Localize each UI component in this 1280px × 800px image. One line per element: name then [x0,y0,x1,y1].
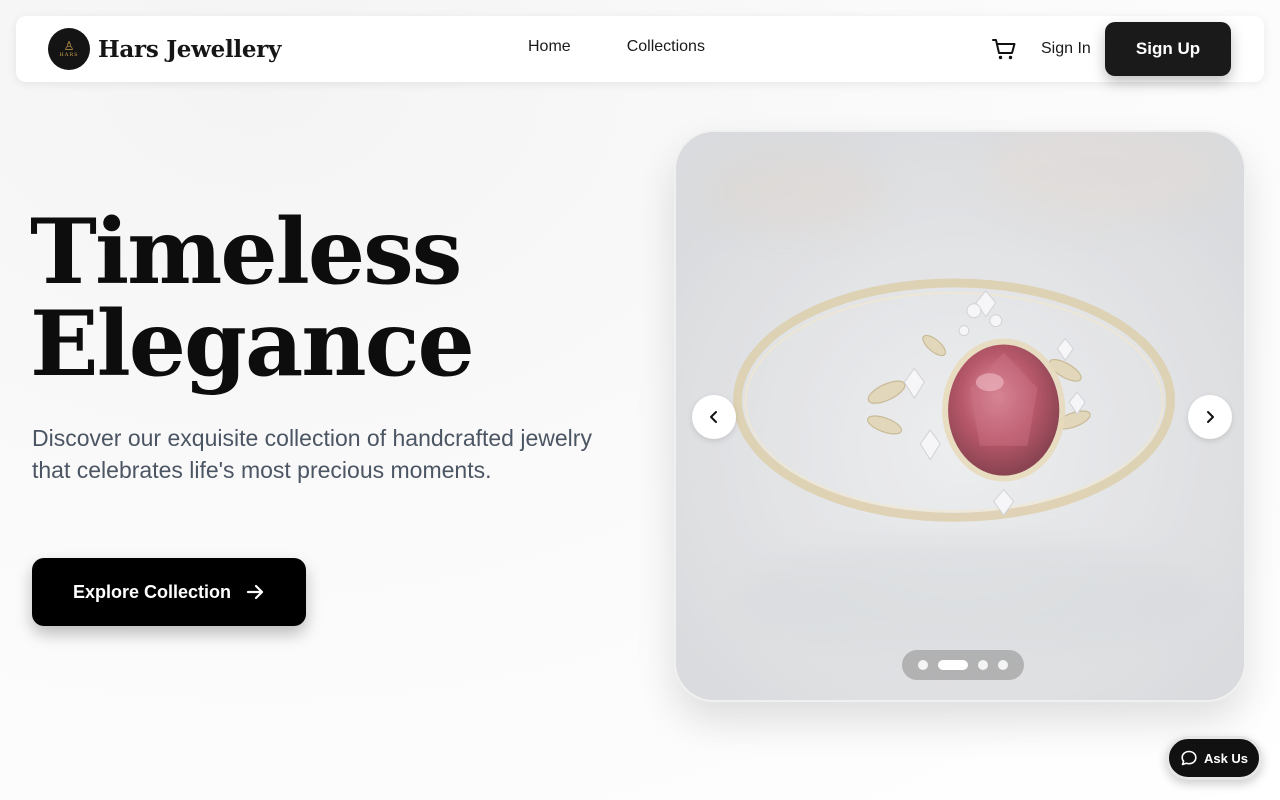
carousel-dot-2[interactable] [938,660,968,670]
hero-title-line-2: Elegance [30,291,475,397]
nav-home[interactable]: Home [528,38,571,56]
logo: ♙ HARS [48,28,90,70]
site-header: ♙ HARS Hars Jewellery Home Collections S… [16,16,1264,82]
hero-title: Timeless Elegance [30,199,475,397]
carousel-dot-4[interactable] [998,660,1008,670]
carousel-prev-button[interactable] [692,395,736,439]
explore-collection-label: Explore Collection [72,581,232,602]
logo-text: HARS [59,51,79,58]
brand[interactable]: ♙ HARS Hars Jewellery [48,28,281,70]
hero-title-line-1: Timeless [30,199,462,305]
ask-us-label: Ask Us [1203,750,1249,766]
cart-icon [992,39,1016,60]
ring-image [676,132,1244,700]
carousel-indicators [902,650,1024,680]
logo-mark: ♙ [63,38,75,53]
chevron-right-icon [1207,411,1214,423]
chevron-left-icon [710,411,717,423]
sign-up-button[interactable]: Sign Up [1105,22,1231,76]
cart-button[interactable] [990,36,1018,62]
brand-name: Hars Jewellery [98,35,282,63]
hero-subtitle: Discover our exquisite collection of han… [32,425,592,483]
carousel-dot-1[interactable] [918,660,928,670]
arrow-right-icon [246,584,264,600]
sign-in-link[interactable]: Sign In [1041,40,1091,58]
main-nav: Home Collections [528,38,705,56]
carousel-dot-3[interactable] [978,660,988,670]
carousel-next-button[interactable] [1188,395,1232,439]
nav-collections[interactable]: Collections [627,38,705,56]
chat-bubble-icon [1181,750,1197,766]
ask-us-button[interactable]: Ask Us [1166,736,1262,780]
hero-carousel [674,130,1246,702]
explore-collection-button[interactable]: Explore Collection [32,558,306,626]
